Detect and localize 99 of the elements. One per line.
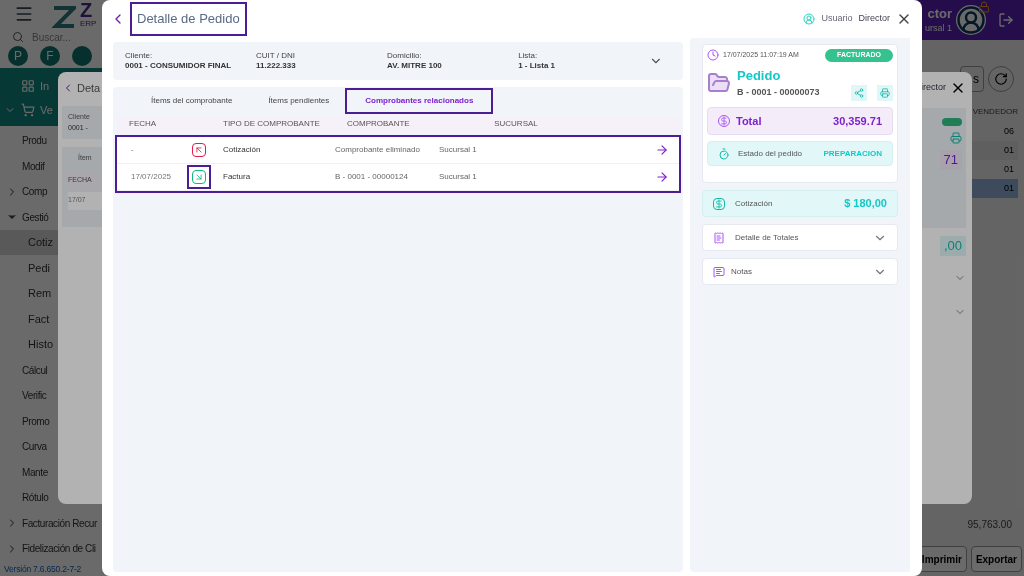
refresh-icon bbox=[994, 72, 1008, 86]
share-icon bbox=[854, 88, 864, 98]
total-label: Total bbox=[736, 113, 762, 129]
dialog-title: Detalle de Pedido bbox=[132, 4, 245, 34]
avatar-icon[interactable] bbox=[956, 5, 986, 35]
sidebar-subitem[interactable]: Cotiz bbox=[28, 234, 54, 251]
sidebar-item[interactable]: Gestió bbox=[22, 209, 49, 225]
status-pill bbox=[942, 118, 962, 126]
sidebar-item[interactable]: Mante bbox=[22, 464, 48, 480]
user-role: Director bbox=[858, 12, 890, 26]
table-cell-text: 01 bbox=[1003, 162, 1015, 176]
logo-subtitle: ERP bbox=[80, 20, 97, 29]
sidebar-item[interactable]: Facturación Recur bbox=[22, 515, 97, 531]
quick-button[interactable] bbox=[72, 45, 92, 66]
user-role: irector bbox=[921, 81, 946, 95]
field-label: Cliente: bbox=[125, 51, 154, 61]
arrow-up-left-icon bbox=[192, 143, 206, 157]
sidebar-item[interactable]: Promo bbox=[22, 413, 50, 429]
tab[interactable]: Ítems pendientes bbox=[250, 90, 348, 112]
table-cell-text: - bbox=[130, 144, 135, 156]
cart-icon bbox=[21, 102, 35, 117]
quote-value: ,00 bbox=[939, 236, 966, 256]
table-cell-text: 06 bbox=[1003, 124, 1015, 138]
sidebar-item[interactable]: Fidelización de Cli bbox=[22, 541, 96, 556]
dashboard-icon bbox=[21, 78, 35, 93]
field-label: Domicilio: bbox=[387, 51, 423, 61]
total-value: 30,359.71 bbox=[833, 113, 882, 129]
logo-title: Z bbox=[80, 0, 93, 21]
table-cell-text: B - 0001 - 00000124 bbox=[335, 171, 409, 183]
version-text: Versión 7.6.650.2-7-2 bbox=[3, 563, 82, 576]
total-value: 71 bbox=[939, 150, 962, 170]
sidebar-item[interactable]: Produ bbox=[22, 133, 47, 148]
state-label: Estado del pedido bbox=[738, 147, 803, 160]
table-cell-text: Comprobante eliminado bbox=[335, 144, 421, 156]
field-value: 1 - Lista 1 bbox=[518, 61, 557, 71]
section-label: Notas bbox=[731, 265, 752, 278]
field-value: 11.222.333 bbox=[256, 61, 297, 71]
quote-value: $ 180,00 bbox=[844, 196, 887, 212]
quote-label: Cotización bbox=[735, 197, 773, 210]
sidebar-subitem[interactable]: Histo bbox=[28, 336, 54, 353]
document-type: Pedido bbox=[737, 66, 782, 85]
clock-icon bbox=[707, 49, 719, 62]
column-header: TIPO DE COMPROBANTE bbox=[222, 118, 321, 130]
column-header: SUCURSAL bbox=[493, 118, 539, 130]
print-button[interactable] bbox=[877, 85, 893, 101]
field-label: CUIT / DNI bbox=[256, 51, 296, 61]
sidebar-item[interactable]: Modif bbox=[22, 158, 45, 174]
arrow-down-right-icon bbox=[192, 170, 206, 184]
dialog-title: Deta bbox=[77, 80, 101, 96]
user-name: ctor bbox=[927, 6, 952, 23]
tab[interactable]: Comprobantes relacionados bbox=[347, 90, 492, 112]
timer-icon bbox=[718, 147, 730, 160]
user-icon bbox=[803, 13, 816, 25]
sidebar-item[interactable]: Cálcul bbox=[22, 362, 48, 378]
receipt-icon bbox=[713, 231, 725, 244]
user-label: Usuario bbox=[821, 12, 853, 26]
sidebar-subitem[interactable]: Fact bbox=[28, 310, 50, 328]
dollar-icon bbox=[718, 115, 730, 127]
state-value: PREPARACION bbox=[823, 147, 882, 160]
sidebar-subitem[interactable]: Rem bbox=[28, 285, 52, 302]
logout-icon[interactable] bbox=[998, 12, 1014, 28]
accordion-section[interactable]: Notas bbox=[702, 258, 898, 285]
module-item[interactable]: In bbox=[40, 77, 50, 94]
field-value: AV. MITRE 100 bbox=[387, 61, 443, 71]
column-header: COMPROBANTE bbox=[346, 118, 411, 130]
sidebar-subitem[interactable]: Pedi bbox=[28, 259, 51, 277]
table-cell-text: Factura bbox=[222, 171, 252, 183]
sidebar-item[interactable]: Verific bbox=[22, 388, 47, 403]
column-header: FECHA bbox=[128, 118, 158, 130]
table-cell-text: Sucursal 1 bbox=[438, 144, 478, 156]
print-icon bbox=[880, 88, 890, 98]
field-label: Lista: bbox=[518, 51, 539, 61]
module-item[interactable]: Ve bbox=[40, 101, 53, 118]
total-amount: 95,763.00 bbox=[967, 518, 1012, 532]
tab[interactable]: Ítems del comprobante bbox=[133, 90, 251, 112]
quick-button[interactable]: P bbox=[8, 45, 28, 66]
sidebar-item[interactable]: Comp bbox=[22, 184, 48, 199]
sidebar-item[interactable]: Rótulo bbox=[22, 490, 49, 505]
note-icon bbox=[713, 265, 725, 278]
section-label: Detalle de Totales bbox=[735, 231, 799, 244]
field-value: 0001 - CONSUMIDOR FINAL bbox=[125, 61, 233, 71]
column-header: VENDEDOR bbox=[972, 106, 1018, 118]
user-branch: ursal 1 bbox=[925, 22, 952, 34]
lock-icon bbox=[978, 1, 990, 13]
sidebar-item[interactable]: Curva bbox=[22, 439, 47, 454]
arrow-right-icon[interactable] bbox=[655, 170, 669, 184]
accordion-section[interactable]: Detalle de Totales bbox=[702, 224, 898, 251]
arrow-right-icon[interactable] bbox=[655, 143, 669, 157]
document-number: B - 0001 - 00000073 bbox=[737, 86, 820, 100]
action-button[interactable]: Exportar bbox=[970, 546, 1022, 572]
print-icon[interactable] bbox=[950, 132, 962, 144]
table-cell-text: Sucursal 1 bbox=[438, 171, 478, 183]
table-cell-text: 17/07/2025 bbox=[130, 171, 173, 183]
share-button[interactable] bbox=[851, 85, 867, 101]
table-cell-text: Cotización bbox=[222, 144, 262, 156]
search-icon bbox=[12, 31, 24, 44]
dollar-icon bbox=[713, 197, 725, 210]
logo-icon bbox=[52, 6, 76, 29]
quick-button[interactable]: F bbox=[40, 45, 60, 66]
